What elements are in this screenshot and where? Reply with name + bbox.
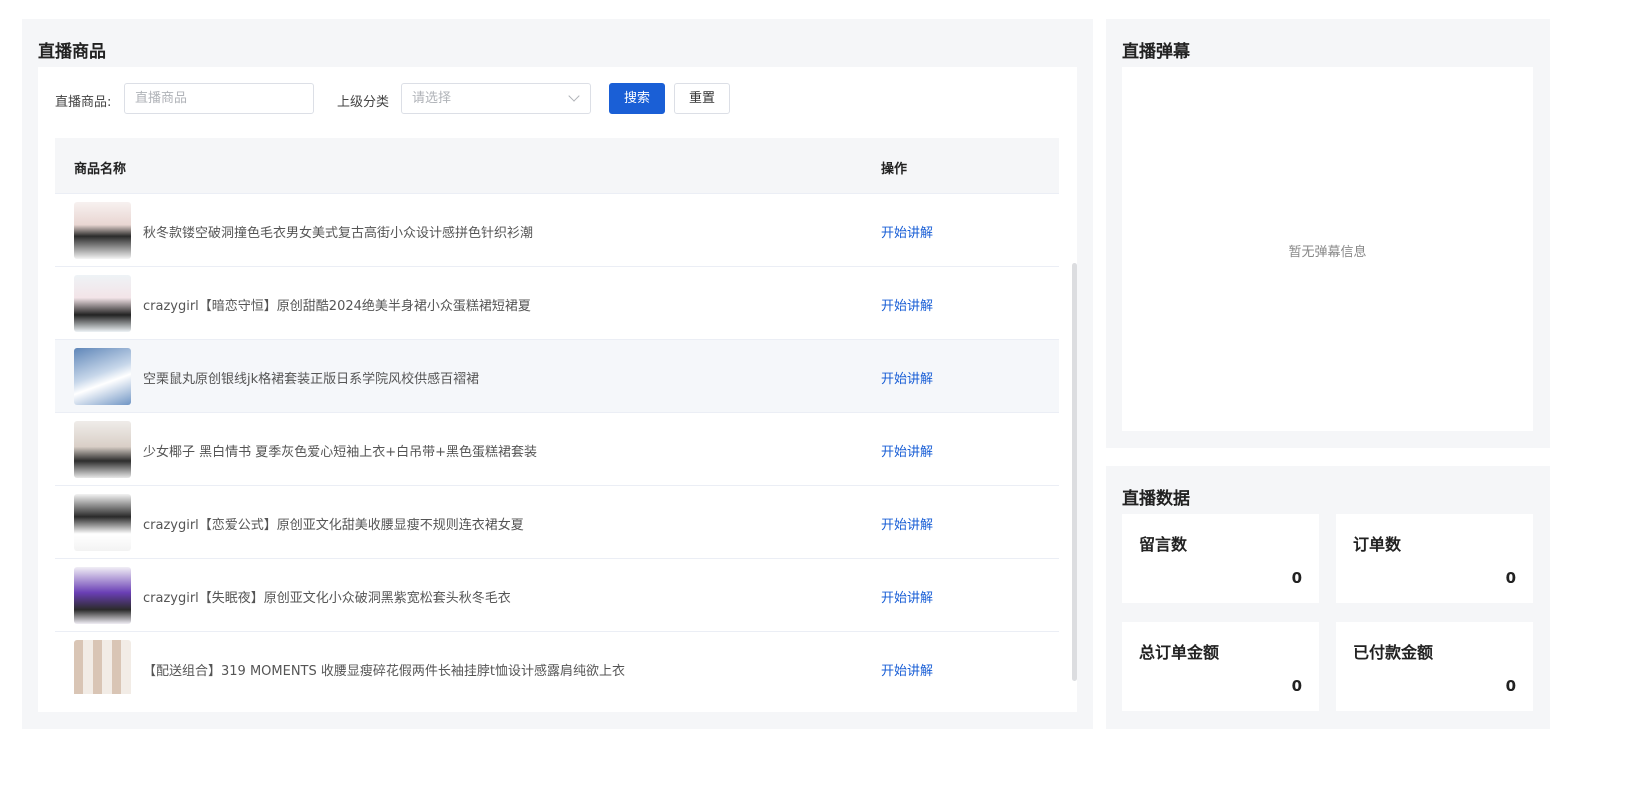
search-button[interactable]: 搜索	[609, 83, 665, 114]
stat-card-comments: 留言数 0	[1122, 514, 1319, 603]
product-name: crazygirl【失眠夜】原创亚文化小众破洞黑紫宽松套头秋冬毛衣	[143, 591, 511, 606]
table-scrollbar[interactable]	[1072, 263, 1077, 681]
stat-label: 留言数	[1139, 535, 1188, 554]
product-panel-title: 直播商品	[38, 42, 106, 62]
product-thumbnail	[74, 640, 131, 694]
table-row: crazygirl【失眠夜】原创亚文化小众破洞黑紫宽松套头秋冬毛衣 开始讲解	[55, 559, 1059, 632]
data-panel: 直播数据 留言数 0 订单数 0 总订单金额 0 已付款金额 0	[1106, 466, 1550, 729]
reset-button[interactable]: 重置	[674, 83, 730, 114]
table-row: 少女椰子 黑白情书 夏季灰色爱心短袖上衣+白吊带+黑色蛋糕裙套装 开始讲解	[55, 413, 1059, 486]
start-explain-link[interactable]: 开始讲解	[881, 441, 933, 460]
product-card: 直播商品: 直播商品 上级分类 请选择 搜索 重置 商品名称 操作 秋冬款镂空破…	[38, 67, 1077, 712]
danmu-panel: 直播弹幕 暂无弹幕信息	[1106, 19, 1550, 448]
product-name: 少女椰子 黑白情书 夏季灰色爱心短袖上衣+白吊带+黑色蛋糕裙套装	[143, 445, 538, 460]
product-thumbnail	[74, 275, 131, 332]
product-thumbnail	[74, 421, 131, 478]
start-explain-link[interactable]: 开始讲解	[881, 368, 933, 387]
start-explain-link[interactable]: 开始讲解	[881, 222, 933, 241]
product-name: crazygirl【恋爱公式】原创亚文化甜美收腰显瘦不规则连衣裙女夏	[143, 518, 524, 533]
stat-label: 已付款金额	[1353, 643, 1434, 662]
product-search-input[interactable]: 直播商品	[124, 83, 314, 114]
product-name: 空栗鼠丸原创银线jk格裙套装正版日系学院风校供感百褶裙	[143, 372, 480, 387]
stat-card-paid-amount: 已付款金额 0	[1336, 622, 1533, 711]
table-row: 秋冬款镂空破洞撞色毛衣男女美式复古高街小众设计感拼色针织衫潮 开始讲解	[55, 194, 1059, 267]
stat-value: 0	[1505, 569, 1516, 587]
product-thumbnail	[74, 567, 131, 624]
table-row: crazygirl【恋爱公式】原创亚文化甜美收腰显瘦不规则连衣裙女夏 开始讲解	[55, 486, 1059, 559]
product-filter-label: 直播商品:	[55, 95, 112, 110]
stat-value: 0	[1291, 569, 1302, 587]
chevron-down-icon	[568, 90, 580, 102]
column-header-name: 商品名称	[74, 162, 127, 177]
start-explain-link[interactable]: 开始讲解	[881, 587, 933, 606]
stat-value: 0	[1291, 677, 1302, 695]
category-select[interactable]: 请选择	[401, 83, 591, 114]
table-header: 商品名称 操作	[55, 138, 1059, 194]
table-row: 【配送组合】319 MOMENTS 收腰显瘦碎花假两件长袖挂脖t恤设计感露肩纯欲…	[55, 632, 1059, 694]
product-thumbnail	[74, 494, 131, 551]
danmu-card: 暂无弹幕信息	[1122, 67, 1533, 431]
category-select-placeholder: 请选择	[412, 91, 452, 106]
product-name: 秋冬款镂空破洞撞色毛衣男女美式复古高街小众设计感拼色针织衫潮	[143, 226, 534, 241]
stat-label: 总订单金额	[1139, 643, 1220, 662]
stat-value: 0	[1505, 677, 1516, 695]
table-row: crazygirl【暗恋守恒】原创甜酷2024绝美半身裙小众蛋糕裙短裙夏 开始讲解	[55, 267, 1059, 340]
stat-label: 订单数	[1353, 535, 1402, 554]
danmu-panel-title: 直播弹幕	[1122, 42, 1190, 62]
product-name: crazygirl【暗恋守恒】原创甜酷2024绝美半身裙小众蛋糕裙短裙夏	[143, 299, 531, 314]
table-row: 空栗鼠丸原创银线jk格裙套装正版日系学院风校供感百褶裙 开始讲解	[55, 340, 1059, 413]
start-explain-link[interactable]: 开始讲解	[881, 514, 933, 533]
danmu-empty-text: 暂无弹幕信息	[1288, 245, 1367, 260]
data-panel-title: 直播数据	[1122, 489, 1190, 509]
start-explain-link[interactable]: 开始讲解	[881, 295, 933, 314]
stat-card-total-amount: 总订单金额 0	[1122, 622, 1319, 711]
column-header-action: 操作	[881, 162, 908, 177]
start-explain-link[interactable]: 开始讲解	[881, 660, 933, 679]
product-thumbnail	[74, 202, 131, 259]
product-panel: 直播商品 直播商品: 直播商品 上级分类 请选择 搜索 重置 商品名称 操作 秋…	[22, 19, 1093, 729]
stat-card-orders: 订单数 0	[1336, 514, 1533, 603]
product-thumbnail	[74, 348, 131, 405]
category-filter-label: 上级分类	[337, 95, 390, 110]
product-name: 【配送组合】319 MOMENTS 收腰显瘦碎花假两件长袖挂脖t恤设计感露肩纯欲…	[143, 664, 625, 679]
product-table: 商品名称 操作 秋冬款镂空破洞撞色毛衣男女美式复古高街小众设计感拼色针织衫潮开始…	[55, 138, 1059, 694]
